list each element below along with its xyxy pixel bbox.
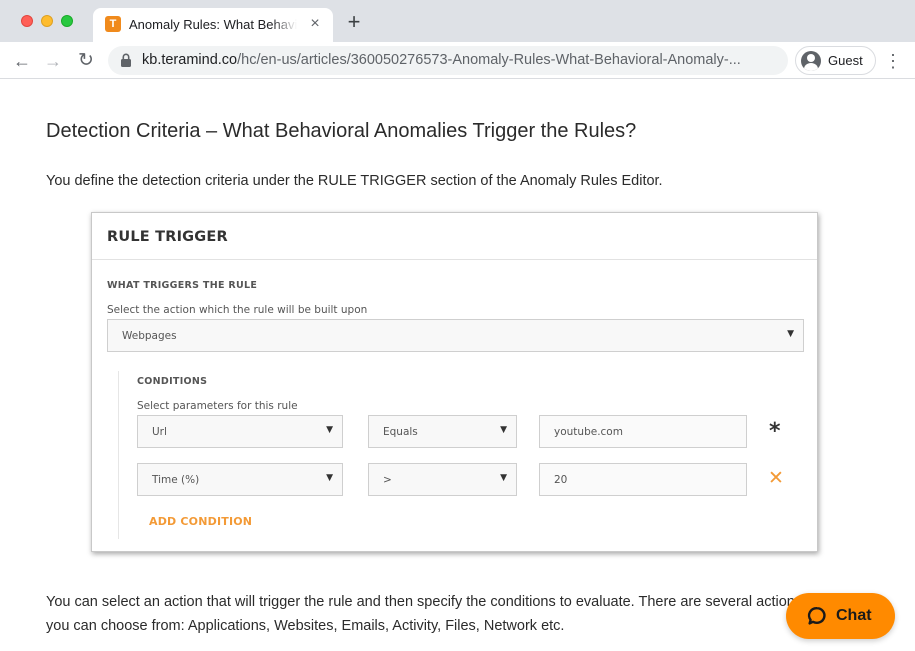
conditions-hint: Select parameters for this rule bbox=[137, 400, 298, 412]
chevron-down-icon: ▼ bbox=[500, 473, 507, 483]
chevron-down-icon: ▼ bbox=[787, 329, 794, 339]
new-tab-icon[interactable]: + bbox=[344, 11, 364, 33]
what-triggers-label: WHAT TRIGGERS THE RULE bbox=[107, 280, 258, 291]
conditions-divider bbox=[118, 371, 119, 539]
chevron-down-icon: ▼ bbox=[326, 425, 333, 435]
action-select[interactable]: Webpages ▼ bbox=[107, 319, 804, 352]
url-path: /hc/en-us/articles/360050276573-Anomaly-… bbox=[237, 52, 741, 68]
add-condition-link[interactable]: ADD CONDITION bbox=[149, 515, 252, 528]
remove-condition-icon[interactable]: ✕ bbox=[768, 467, 784, 489]
lock-icon bbox=[121, 53, 131, 67]
article-heading: Detection Criteria – What Behavioral Ano… bbox=[46, 120, 637, 142]
action-select-value: Webpages bbox=[122, 330, 177, 342]
tab-title: Anomaly Rules: What Behavioral Anomalies… bbox=[129, 17, 297, 32]
condition-operator-select[interactable]: > ▼ bbox=[368, 463, 517, 496]
condition-parameter-value: Time (%) bbox=[152, 474, 200, 486]
condition-value-text: youtube.com bbox=[554, 426, 623, 438]
card-divider bbox=[92, 259, 817, 260]
chat-bubble-icon bbox=[807, 607, 826, 625]
rule-trigger-title: RULE TRIGGER bbox=[107, 229, 228, 245]
profile-button[interactable]: Guest bbox=[795, 46, 876, 75]
profile-label: Guest bbox=[828, 53, 863, 68]
condition-parameter-select[interactable]: Time (%) ▼ bbox=[137, 463, 343, 496]
required-asterisk-icon: * bbox=[769, 419, 781, 444]
close-tab-icon[interactable]: × bbox=[307, 16, 323, 32]
condition-operator-select[interactable]: Equals ▼ bbox=[368, 415, 517, 448]
window-close-button[interactable] bbox=[21, 15, 33, 27]
chevron-down-icon: ▼ bbox=[326, 473, 333, 483]
address-bar[interactable]: kb.teramind.co/hc/en-us/articles/3600502… bbox=[108, 46, 788, 75]
condition-operator-value: > bbox=[383, 474, 392, 486]
conditions-label: CONDITIONS bbox=[137, 376, 208, 387]
chat-label: Chat bbox=[836, 607, 872, 624]
kebab-menu-icon[interactable]: ⋮ bbox=[884, 50, 902, 72]
condition-parameter-select[interactable]: Url ▼ bbox=[137, 415, 343, 448]
reload-icon[interactable]: ↻ bbox=[75, 50, 97, 72]
forward-arrow-icon[interactable]: → bbox=[42, 50, 64, 72]
guest-avatar-icon bbox=[801, 51, 821, 71]
condition-value-input[interactable]: youtube.com bbox=[539, 415, 747, 448]
article-body: You can select an action that will trigg… bbox=[46, 594, 803, 634]
condition-operator-value: Equals bbox=[383, 426, 418, 438]
url-host: kb.teramind.co bbox=[142, 52, 238, 68]
url-text: kb.teramind.co/hc/en-us/articles/3600502… bbox=[142, 52, 782, 68]
action-select-hint: Select the action which the rule will be… bbox=[107, 304, 368, 316]
browser-tab[interactable]: T Anomaly Rules: What Behavioral Anomali… bbox=[93, 8, 333, 42]
window-minimize-button[interactable] bbox=[41, 15, 53, 27]
back-arrow-icon[interactable]: ← bbox=[11, 50, 33, 72]
article-intro: You define the detection criteria under … bbox=[46, 173, 663, 189]
condition-value-text: 20 bbox=[554, 474, 568, 486]
window-zoom-button[interactable] bbox=[61, 15, 73, 27]
browser-toolbar: ← → ↻ kb.teramind.co/hc/en-us/articles/3… bbox=[0, 42, 915, 79]
chat-button[interactable]: Chat bbox=[786, 593, 895, 639]
rule-trigger-screenshot: RULE TRIGGER WHAT TRIGGERS THE RULE Sele… bbox=[91, 212, 818, 552]
condition-parameter-value: Url bbox=[152, 426, 167, 438]
condition-value-input[interactable]: 20 bbox=[539, 463, 747, 496]
chevron-down-icon: ▼ bbox=[500, 425, 507, 435]
teramind-favicon-icon: T bbox=[105, 16, 121, 32]
browser-tab-bar: T Anomaly Rules: What Behavioral Anomali… bbox=[0, 0, 915, 42]
